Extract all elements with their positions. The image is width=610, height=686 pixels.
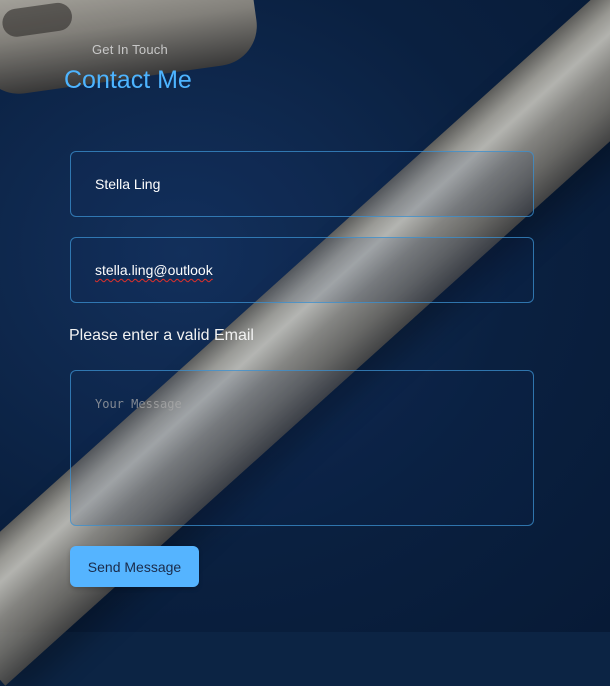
email-error-message: Please enter a valid Email [69,327,254,344]
message-field[interactable]: Your Message [70,370,534,526]
name-field-value: Stella Ling [95,176,161,192]
message-field-placeholder: Your Message [95,397,182,411]
email-field-value: stella.ling@outlook [95,262,213,278]
name-field[interactable]: Stella Ling [70,151,534,217]
send-message-button-label: Send Message [87,558,182,575]
contact-section: Get In Touch Contact Me Stella Ling stel… [0,0,610,632]
section-title: Contact Me [64,66,192,94]
send-message-button[interactable]: Send Message [70,546,199,587]
email-field[interactable]: stella.ling@outlook [70,237,534,303]
section-eyebrow: Get In Touch [92,42,168,57]
